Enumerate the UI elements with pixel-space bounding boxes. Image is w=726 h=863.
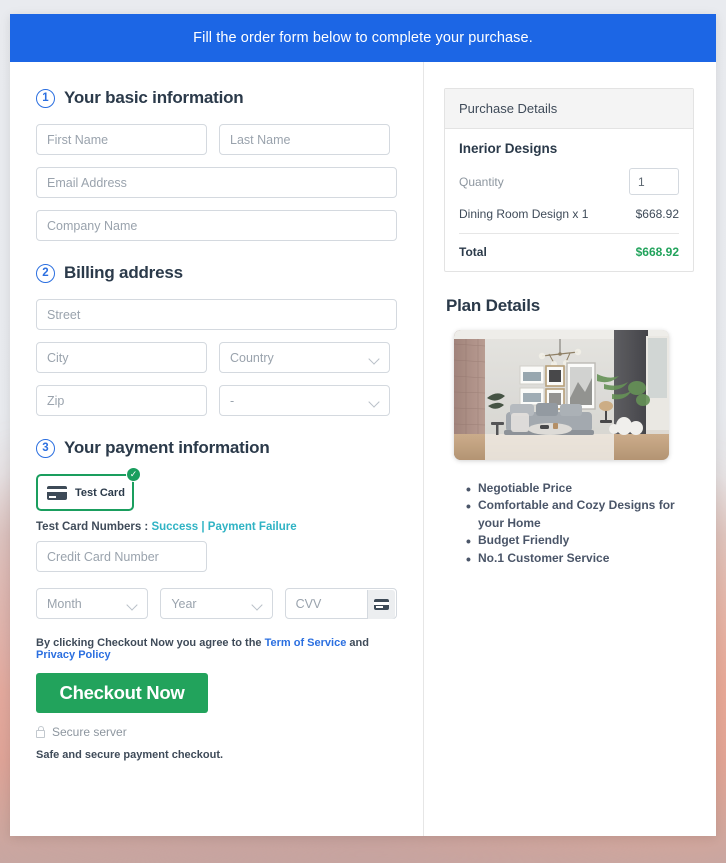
quantity-label: Quantity <box>459 174 504 189</box>
purchase-details-box: Purchase Details Inerior Designs Quantit… <box>444 88 694 272</box>
city-input[interactable]: City <box>36 342 207 373</box>
expiry-cvv-row: Month Year CVV <box>36 588 397 619</box>
terms-prefix: By clicking Checkout Now you agree to th… <box>36 637 262 649</box>
last-name-input[interactable]: Last Name <box>219 124 390 155</box>
card-number-row: Credit Card Number <box>36 541 397 572</box>
email-input[interactable]: Email Address <box>36 167 397 198</box>
test-card-option[interactable]: Test Card <box>36 474 134 511</box>
lock-icon <box>36 726 45 738</box>
form-column: 1 Your basic information First Name Last… <box>10 62 424 836</box>
purchase-details-header: Purchase Details <box>445 89 693 129</box>
list-item: No.1 Customer Service <box>466 549 694 570</box>
cvv-input[interactable]: CVV <box>284 588 397 619</box>
test-card-success-link[interactable]: Success <box>151 521 198 533</box>
city-country-row: City Country <box>36 342 397 373</box>
checkout-now-button[interactable]: Checkout Now <box>36 673 208 713</box>
secure-server-label: Secure server <box>52 725 127 739</box>
zip-state-row: Zip - <box>36 385 397 416</box>
banner-text: Fill the order form below to complete yo… <box>193 30 533 46</box>
email-row: Email Address <box>36 167 397 198</box>
credit-card-icon <box>47 485 67 500</box>
company-name-input[interactable]: Company Name <box>36 210 397 241</box>
street-row: Street <box>36 299 397 330</box>
first-name-input[interactable]: First Name <box>36 124 207 155</box>
summary-column: Purchase Details Inerior Designs Quantit… <box>424 62 716 836</box>
line-item-price: $668.92 <box>635 207 679 221</box>
country-select[interactable]: Country <box>219 342 390 373</box>
total-row: Total $668.92 <box>459 234 679 259</box>
step-basic-information-heading: 1 Your basic information <box>36 88 397 108</box>
step-3-number: 3 <box>36 438 55 458</box>
credit-card-number-input[interactable]: Credit Card Number <box>36 541 207 572</box>
step-payment-information-heading: 3 Your payment information <box>36 438 397 458</box>
list-item: Budget Friendly <box>466 531 694 552</box>
line-item-label: Dining Room Design x 1 <box>459 207 589 221</box>
state-select[interactable]: - <box>219 385 390 416</box>
cvv-placeholder: CVV <box>295 596 322 611</box>
safe-checkout-note: Safe and secure payment checkout. <box>36 749 224 761</box>
step-billing-address-heading: 2 Billing address <box>36 263 397 283</box>
card-body: 1 Your basic information First Name Last… <box>10 62 716 836</box>
test-card-numbers-row: Test Card Numbers : Success | Payment Fa… <box>36 521 397 533</box>
expiry-month-select[interactable]: Month <box>36 588 149 619</box>
test-card-option-wrap: Test Card ✓ <box>36 467 141 511</box>
privacy-policy-link[interactable]: Privacy Policy <box>36 649 111 661</box>
living-room-illustration <box>454 330 669 460</box>
link-separator: | <box>201 521 205 533</box>
banner: Fill the order form below to complete yo… <box>10 14 716 62</box>
cvv-card-icon <box>366 590 395 619</box>
list-item: Comfortable and Cozy Designs for your Ho… <box>466 496 694 532</box>
purchase-details-body: Inerior Designs Quantity 1 Dining Room D… <box>445 129 693 271</box>
expiry-year-select[interactable]: Year <box>160 588 273 619</box>
step-2-number: 2 <box>36 263 55 283</box>
plan-benefits-list: Negotiable Price Comfortable and Cozy De… <box>466 479 694 570</box>
credit-card-icon <box>373 599 389 610</box>
test-card-numbers-label: Test Card Numbers : <box>36 521 149 533</box>
term-of-service-link[interactable]: Term of Service <box>265 637 347 649</box>
terms-and: and <box>349 637 369 649</box>
line-item-row: Dining Room Design x 1 $668.92 <box>459 207 679 234</box>
street-input[interactable]: Street <box>36 299 397 330</box>
name-row: First Name Last Name <box>36 124 397 155</box>
step-2-title: Billing address <box>64 263 183 282</box>
terms-agreement-text: By clicking Checkout Now you agree to th… <box>36 637 397 661</box>
step-1-number: 1 <box>36 88 55 108</box>
step-1-title: Your basic information <box>64 88 244 107</box>
quantity-row: Quantity 1 <box>459 168 679 195</box>
total-label: Total <box>459 245 487 259</box>
check-circle-icon: ✓ <box>126 467 141 482</box>
step-3-title: Your payment information <box>64 438 270 457</box>
list-item: Negotiable Price <box>466 479 694 500</box>
zip-input[interactable]: Zip <box>36 385 207 416</box>
quantity-input[interactable]: 1 <box>629 168 679 195</box>
product-name: Inerior Designs <box>459 141 558 156</box>
test-card-label: Test Card <box>75 486 125 499</box>
plan-details-title: Plan Details <box>446 296 540 315</box>
company-row: Company Name <box>36 210 397 241</box>
secure-server-row: Secure server <box>36 725 397 739</box>
test-card-failure-link[interactable]: Payment Failure <box>208 521 297 533</box>
total-price: $668.92 <box>635 245 679 259</box>
plan-image <box>454 330 669 460</box>
checkout-card: Fill the order form below to complete yo… <box>10 14 716 836</box>
